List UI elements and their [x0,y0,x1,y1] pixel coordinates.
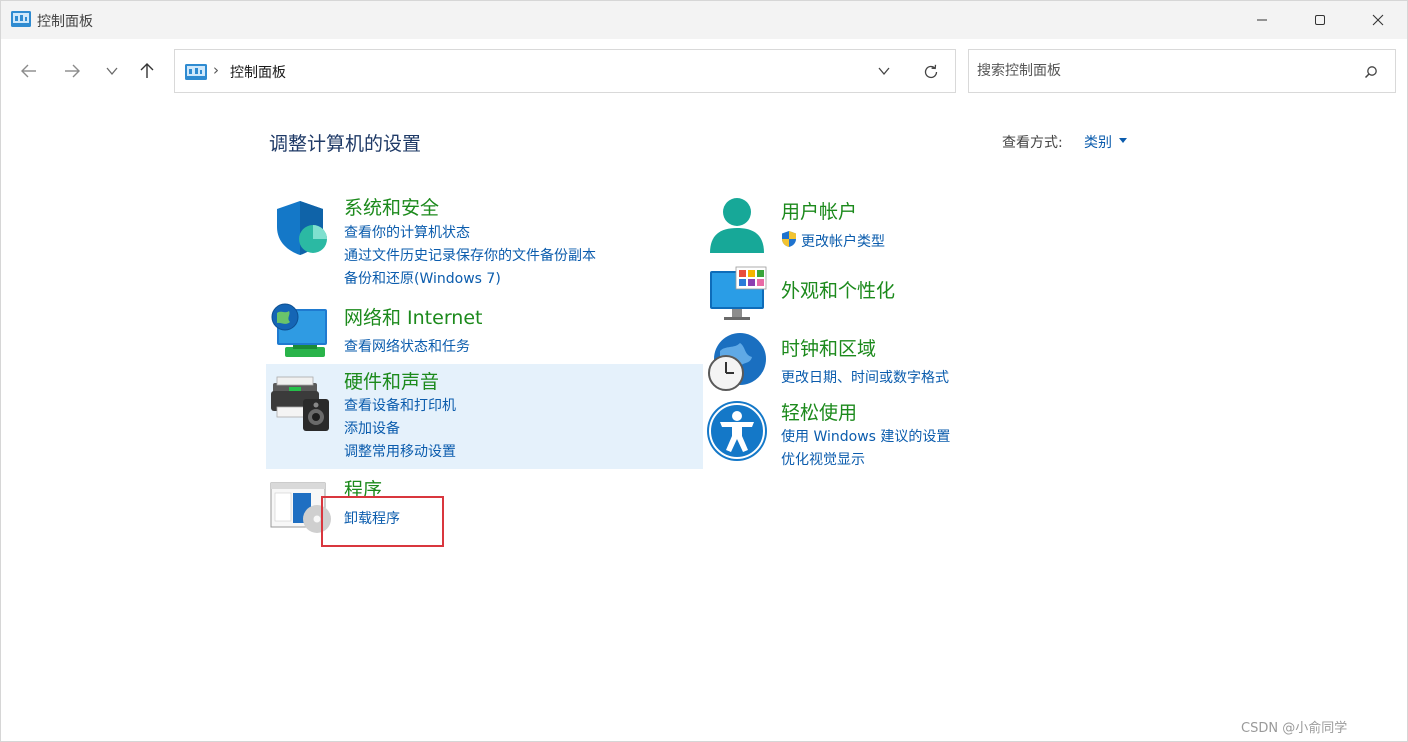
window-title: 控制面板 [37,14,93,30]
category-clock-region[interactable]: 时钟和区域 [781,334,876,361]
control-panel-app-icon [11,11,31,27]
control-panel-window: 控制面板 › 控制面板 搜索控制面板 调整计算机的设置 查看方式: 类别 系统和… [0,0,1408,742]
arrow-right-icon [65,64,80,78]
highlight-annotation-box [321,496,444,547]
navigation-bar: › 控制面板 [1,39,1407,103]
link-view-computer-status[interactable]: 查看你的计算机状态 [344,222,470,242]
control-panel-icon [185,64,207,80]
search-button[interactable] [1361,62,1381,82]
page-title: 调整计算机的设置 [269,133,422,155]
breadcrumb-control-panel[interactable]: 控制面板 [230,62,286,82]
category-user-accounts[interactable]: 用户帐户 [781,197,857,224]
link-windows-recommended-settings[interactable]: 使用 Windows 建议的设置 [781,426,950,446]
caret-down-icon [1119,138,1127,143]
watermark: CSDN @小俞同学 [1241,721,1348,736]
printer-speaker-icon [271,376,329,431]
address-bar[interactable]: › 控制面板 [174,49,956,93]
forward-button[interactable] [58,57,86,85]
link-devices-printers[interactable]: 查看设备和打印机 [344,395,456,415]
arrow-up-icon [140,63,154,78]
breadcrumb-chevron-icon: › [213,61,219,79]
maximize-button[interactable] [1291,1,1349,39]
refresh-icon [924,64,938,79]
maximize-icon [1315,15,1325,25]
link-optimize-visual-display[interactable]: 优化视觉显示 [781,449,865,469]
arrow-left-icon [21,64,36,78]
back-button[interactable] [15,57,43,85]
accessibility-icon [707,401,767,461]
up-button[interactable] [133,57,161,85]
security-shield-icon [277,201,327,255]
title-bar: 控制面板 [1,1,1407,39]
category-ease-of-access[interactable]: 轻松使用 [781,398,857,425]
category-hardware-sound[interactable]: 硬件和声音 [344,367,439,394]
search-box [968,49,1396,93]
minimize-button[interactable] [1233,1,1291,39]
search-input[interactable] [977,60,1347,82]
search-icon [1364,66,1377,79]
link-add-device[interactable]: 添加设备 [344,418,400,438]
view-by-label: 查看方式: [1002,135,1063,151]
link-mobility-settings[interactable]: 调整常用移动设置 [344,441,456,461]
clock-region-icon [708,333,766,391]
refresh-button[interactable] [919,60,943,84]
link-backup-restore[interactable]: 备份和还原(Windows 7) [344,268,501,288]
address-dropdown-button[interactable] [873,60,895,82]
recent-locations-button[interactable] [98,57,126,85]
link-file-history-backup[interactable]: 通过文件历史记录保存你的文件备份副本 [344,245,596,265]
close-icon [1372,14,1384,26]
category-network-internet[interactable]: 网络和 Internet [344,303,482,330]
appearance-personalization-icon [710,266,767,320]
category-appearance-personalization[interactable]: 外观和个性化 [781,276,895,303]
link-change-date-time-format[interactable]: 更改日期、时间或数字格式 [781,367,949,387]
hover-highlight [266,364,703,469]
network-globe-icon [271,303,327,357]
user-account-icon [710,198,764,253]
chevron-down-icon [106,67,118,76]
link-network-status-tasks[interactable]: 查看网络状态和任务 [344,336,470,356]
minimize-icon [1257,19,1267,21]
close-button[interactable] [1349,1,1407,39]
link-change-account-type[interactable]: 更改帐户类型 [801,231,885,251]
uac-shield-icon [782,231,796,247]
view-by-dropdown[interactable]: 类别 [1084,132,1112,152]
chevron-down-icon [878,67,890,76]
category-system-security[interactable]: 系统和安全 [344,193,439,220]
